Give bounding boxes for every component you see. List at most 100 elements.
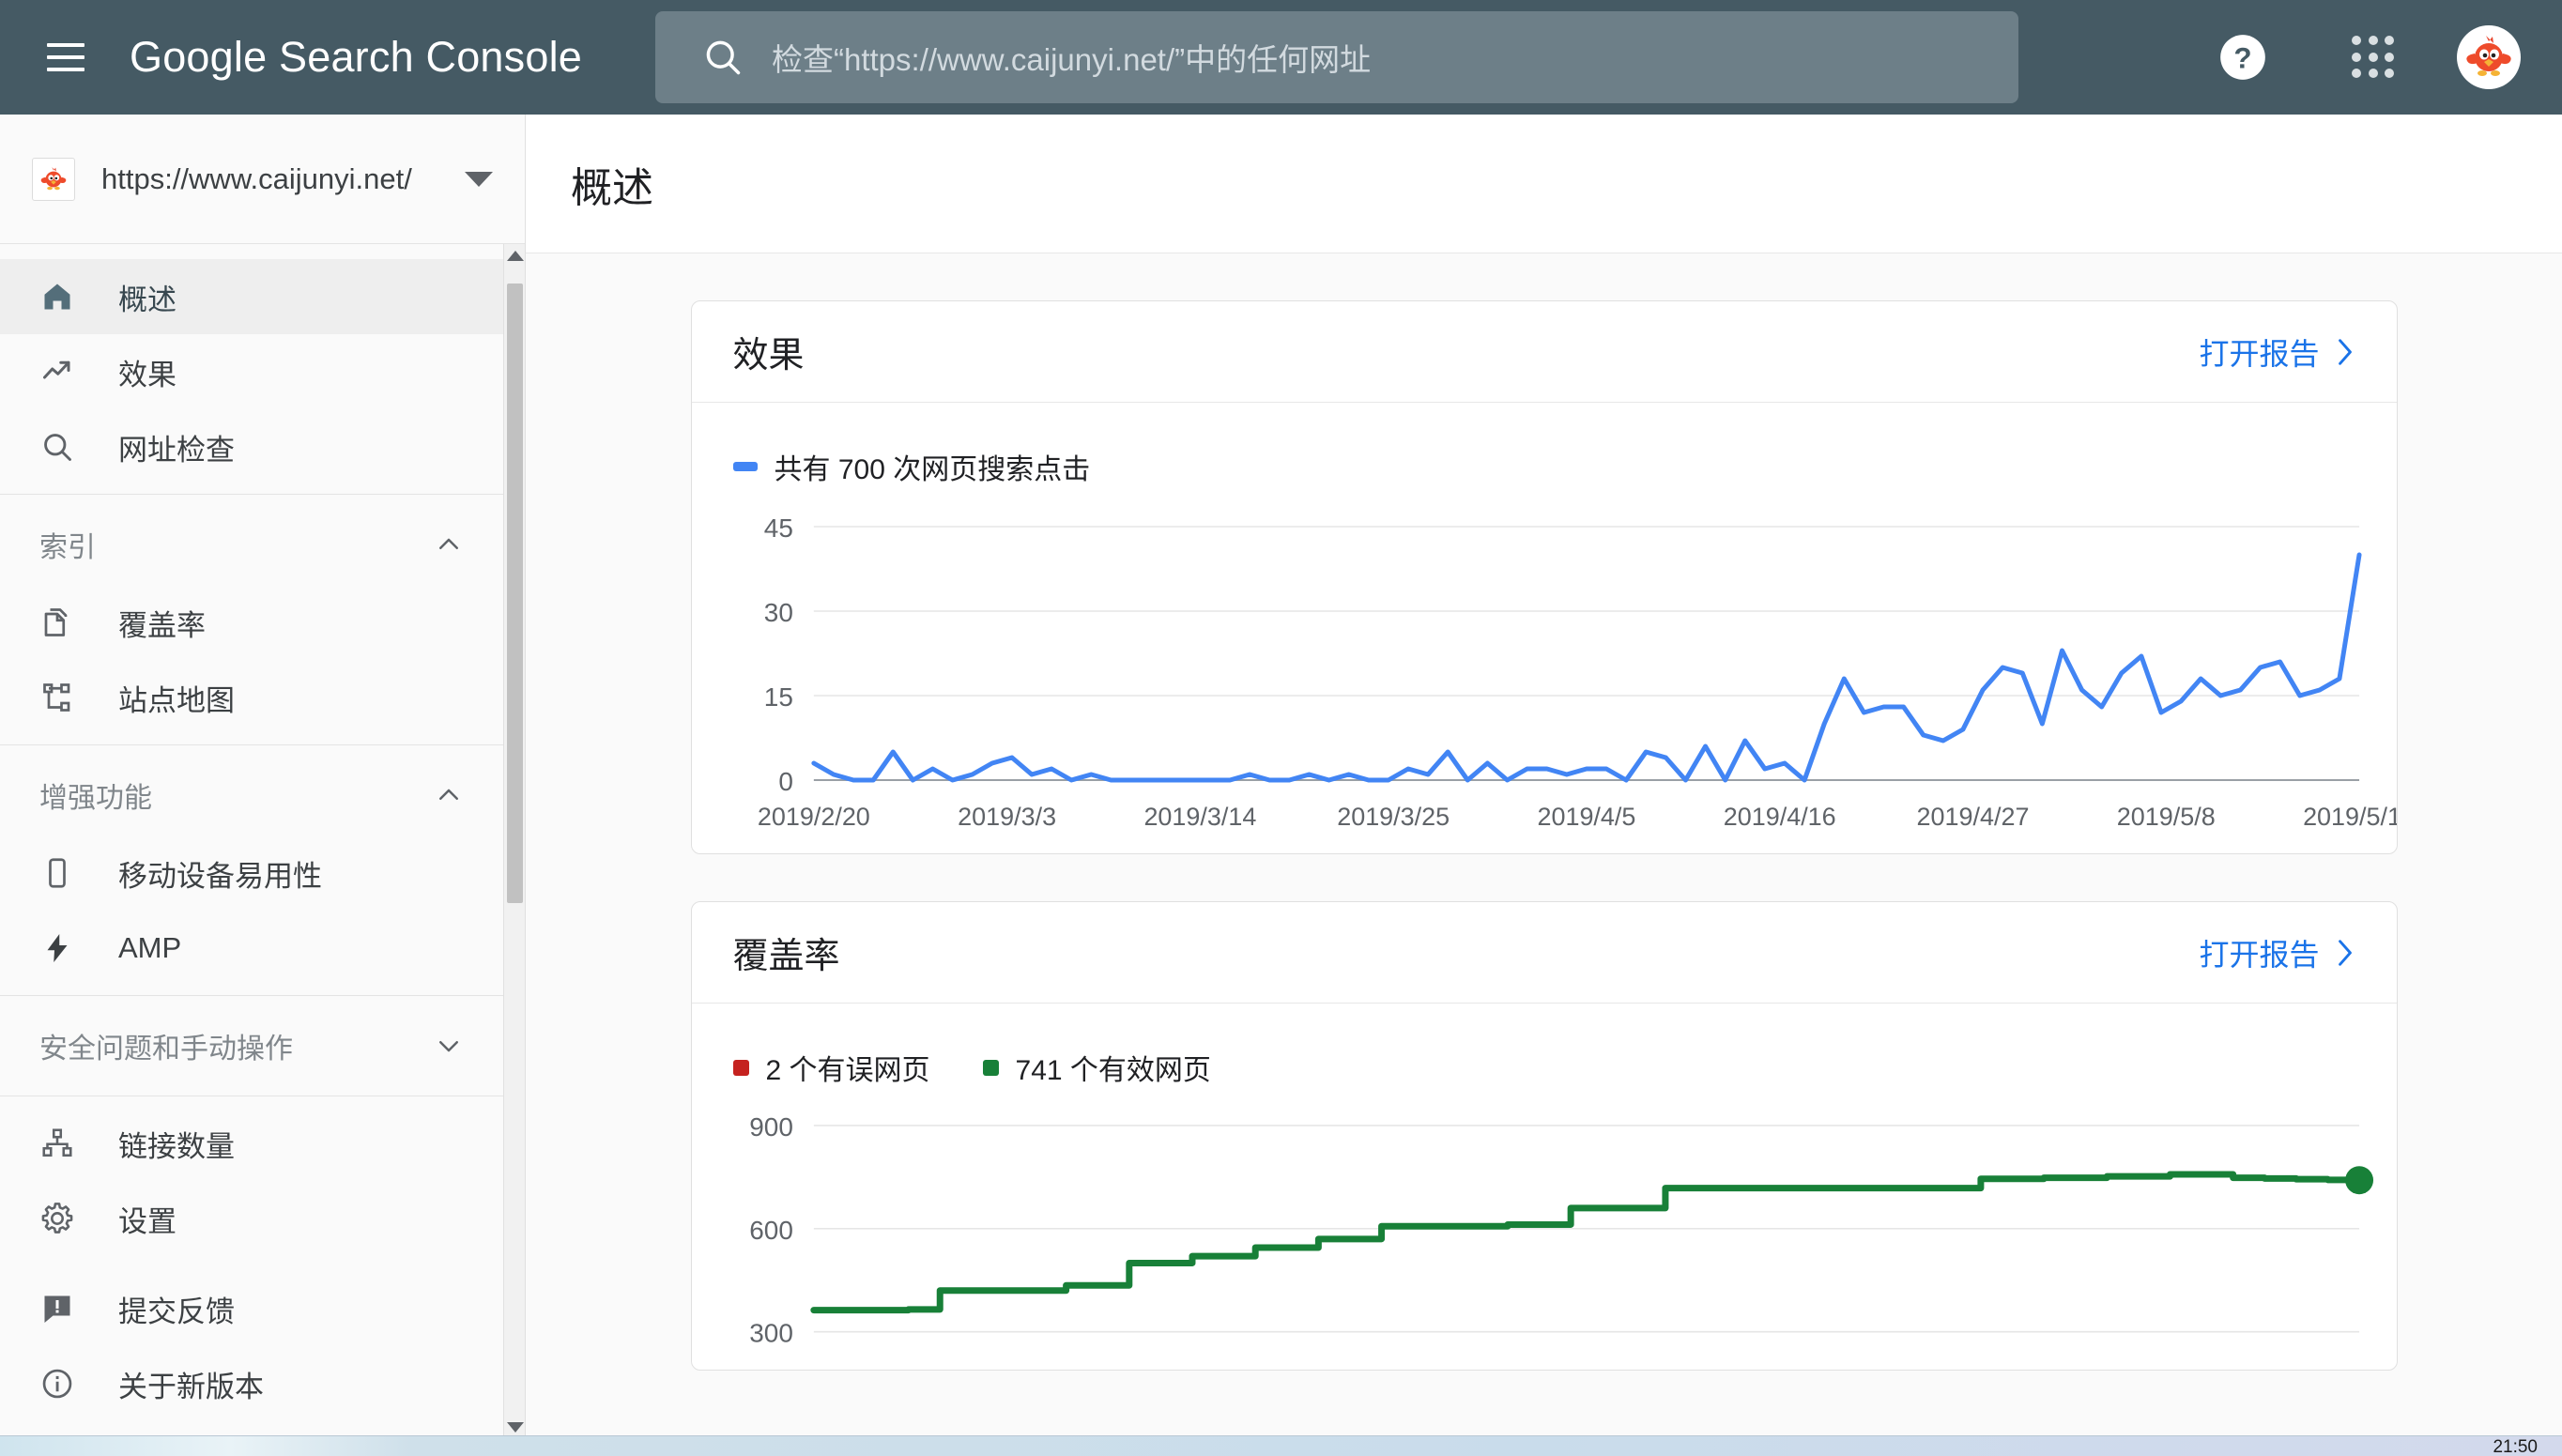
hamburger-menu-icon[interactable] <box>39 31 92 84</box>
svg-text:2019/3/14: 2019/3/14 <box>1143 803 1256 831</box>
sitemap-icon <box>36 676 79 719</box>
sidebar-item-performance[interactable]: 效果 <box>0 334 504 409</box>
sidebar-item-label: 概述 <box>118 283 176 316</box>
sidebar-item-label: 设置 <box>118 1204 176 1238</box>
legend-swatch <box>732 462 758 471</box>
sidebar-item-feedback[interactable]: 提交反馈 <box>0 1271 504 1346</box>
svg-text:2019/5/8: 2019/5/8 <box>2116 803 2215 831</box>
card-title: 覆盖率 <box>732 937 840 976</box>
sidebar-item-settings[interactable]: 设置 <box>0 1181 504 1256</box>
svg-text:300: 300 <box>749 1319 793 1348</box>
sidebar-item-links[interactable]: 链接数量 <box>0 1106 504 1181</box>
page-header: 概述 <box>526 115 2562 253</box>
chevron-up-icon <box>439 789 458 800</box>
pages-copy-icon <box>36 601 79 644</box>
help-icon[interactable]: ? <box>2218 33 2267 82</box>
gear-icon <box>36 1197 79 1240</box>
sidebar-item-label: 链接数量 <box>118 1129 235 1163</box>
property-url: https://www.caijunyi.net/ <box>101 161 412 195</box>
svg-text:2019/4/5: 2019/4/5 <box>1537 803 1635 831</box>
home-icon <box>36 275 79 318</box>
sidebar-item-url-inspection[interactable]: 网址检查 <box>0 409 504 484</box>
svg-text:2019/2/20: 2019/2/20 <box>757 803 869 831</box>
taskbar-clock: 21:50 <box>2493 1437 2538 1456</box>
scrollbar-thumb[interactable] <box>507 284 523 903</box>
sidebar-group-enhancements[interactable]: 增强功能 <box>0 755 504 835</box>
sidebar-item-label: 效果 <box>118 358 176 391</box>
search-input[interactable]: 检查“https://www.caijunyi.net/”中的任何网址 <box>655 11 2018 103</box>
sidebar-group-label: 索引 <box>39 532 96 563</box>
sidebar-nav-list: 概述 效果 网址检查 索引 覆盖率 站点地图 增强功能 移动设备易用性 AMP … <box>0 244 504 1421</box>
mobile-phone-icon <box>36 851 79 895</box>
caret-down-icon[interactable] <box>465 171 493 187</box>
sidebar-group-security[interactable]: 安全问题和手动操作 <box>0 1005 504 1086</box>
open-report-link-coverage[interactable]: 打开报告 <box>2199 931 2355 974</box>
legend-item-clicks[interactable]: 共有 700 次网页搜索点击 <box>732 446 1090 487</box>
app-brand: Google Search Console <box>130 33 582 82</box>
legend-item-valid-pages[interactable]: 741 个有效网页 <box>982 1047 1211 1088</box>
search-icon <box>706 40 741 75</box>
page-title: 概述 <box>571 164 653 211</box>
sidebar-item-mobile-usability[interactable]: 移动设备易用性 <box>0 835 504 911</box>
svg-text:15: 15 <box>763 682 792 712</box>
search-icon <box>36 425 79 468</box>
legend-item-error-pages[interactable]: 2 个有误网页 <box>732 1047 930 1088</box>
top-header-bar: Google Search Console 检查“https://www.cai… <box>0 0 2562 115</box>
svg-text:30: 30 <box>763 598 792 627</box>
performance-chart: 0 15 30 45 2019/2/20 2019/3/3 2019/3/14 2019/3/… <box>692 487 2397 853</box>
coverage-chart: 300 600 900 <box>692 1088 2397 1370</box>
svg-text:2019/4/27: 2019/4/27 <box>1916 803 2029 831</box>
sidebar-item-label: 网址检查 <box>118 433 235 467</box>
site-favicon-bird-icon <box>32 157 75 201</box>
brand-google: Google <box>130 33 268 81</box>
divider <box>0 995 504 996</box>
search-placeholder-text: 检查“https://www.caijunyi.net/”中的任何网址 <box>772 42 1372 77</box>
user-avatar-bird-icon <box>2459 27 2519 87</box>
open-report-label: 打开报告 <box>2199 336 2320 371</box>
sidebar-item-sitemaps[interactable]: 站点地图 <box>0 660 504 735</box>
sidebar-item-about[interactable]: 关于新版本 <box>0 1346 504 1421</box>
divider <box>0 494 504 495</box>
svg-text:2019/4/16: 2019/4/16 <box>1723 803 1835 831</box>
performance-card-header: 效果 打开报告 <box>691 301 2397 403</box>
performance-card: 效果 打开报告 共有 700 次网页搜索点击 0 15 30 45 2019/2/20 2… <box>690 300 2398 854</box>
sidebar-group-label: 安全问题和手动操作 <box>39 1034 293 1065</box>
sidebar-group-index[interactable]: 索引 <box>0 504 504 585</box>
sidebar-scroll-area: 概述 效果 网址检查 索引 覆盖率 站点地图 增强功能 移动设备易用性 AMP … <box>0 244 525 1438</box>
apps-grid-icon[interactable] <box>2352 36 2395 79</box>
sidebar-item-overview[interactable]: 概述 <box>0 259 504 334</box>
performance-chart-svg: 0 15 30 45 2019/2/20 2019/3/3 2019/3/14 2019/3/… <box>757 513 2397 831</box>
svg-text:?: ? <box>2233 42 2251 75</box>
scroll-up-arrow-icon[interactable] <box>504 244 525 267</box>
sidebar-item-label: 提交反馈 <box>118 1295 235 1328</box>
info-icon <box>36 1362 79 1405</box>
svg-text:2019/5/19: 2019/5/19 <box>2303 803 2397 831</box>
links-hierarchy-icon <box>36 1122 79 1165</box>
chevron-right-icon <box>2338 939 2352 966</box>
avatar[interactable] <box>2457 25 2521 89</box>
open-report-link-performance[interactable]: 打开报告 <box>2199 330 2355 374</box>
sidebar-item-coverage[interactable]: 覆盖率 <box>0 585 504 660</box>
coverage-card: 覆盖率 打开报告 2 个有误网页 741 个有效网页 300 600 900 <box>690 901 2398 1371</box>
feedback-icon <box>36 1287 79 1330</box>
legend-swatch <box>982 1059 999 1076</box>
chevron-up-icon <box>439 538 458 549</box>
sidebar: https://www.caijunyi.net/ 概述 效果 网址检查 索引 … <box>0 115 526 1438</box>
legend-label: 2 个有误网页 <box>765 1055 930 1086</box>
main-content: 概述 效果 打开报告 共有 700 次网页搜索点击 0 15 30 45 201… <box>526 115 2562 1438</box>
sidebar-group-label: 增强功能 <box>39 783 152 814</box>
svg-text:900: 900 <box>749 1112 793 1142</box>
bolt-icon <box>36 927 79 970</box>
sidebar-scrollbar[interactable] <box>503 244 525 1438</box>
chevron-right-icon <box>2338 338 2352 365</box>
chevron-down-icon <box>439 1041 458 1052</box>
legend-label: 741 个有效网页 <box>1015 1055 1211 1086</box>
svg-text:600: 600 <box>749 1216 793 1245</box>
svg-text:45: 45 <box>763 513 792 543</box>
property-selector[interactable]: https://www.caijunyi.net/ <box>0 115 525 244</box>
search-console-app: Google Search Console 检查“https://www.cai… <box>0 0 2562 1456</box>
sidebar-item-amp[interactable]: AMP <box>0 911 504 986</box>
sidebar-item-label: 关于新版本 <box>118 1370 264 1403</box>
coverage-legend: 2 个有误网页 741 个有效网页 <box>692 1004 2397 1088</box>
brand-product: Search Console <box>279 33 583 81</box>
